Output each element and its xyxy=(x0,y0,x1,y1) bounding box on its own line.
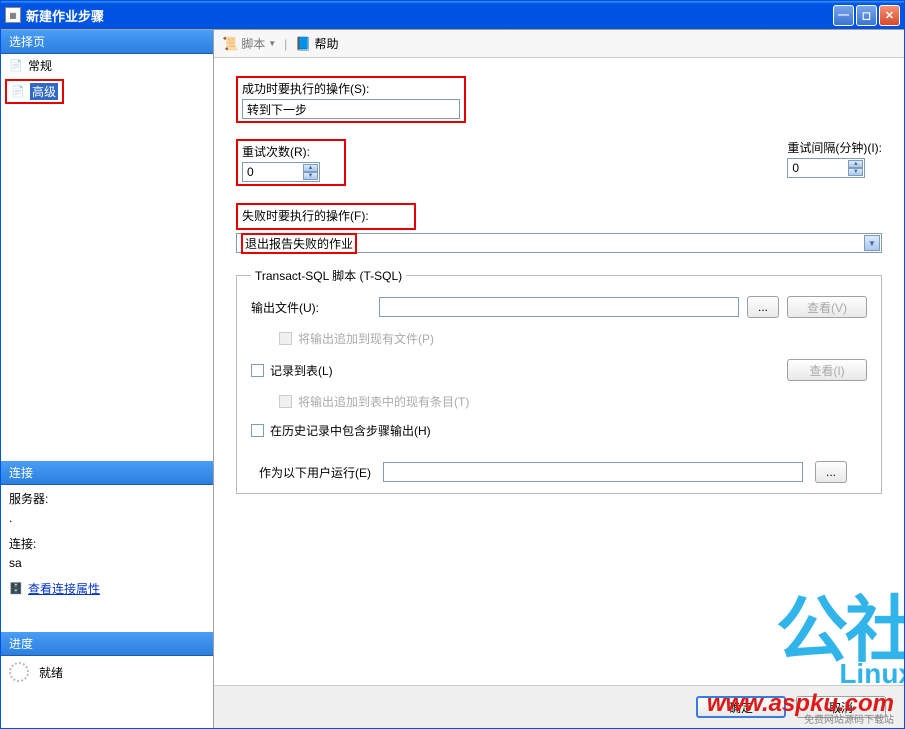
spin-up-icon[interactable]: ▲ xyxy=(303,164,318,172)
window-title: 新建作业步骤 xyxy=(26,6,833,25)
view-i-button: 查看(I) xyxy=(787,359,867,381)
server-label: 服务器: xyxy=(9,490,205,507)
spin-down-icon[interactable]: ▼ xyxy=(303,172,318,180)
highlight-box: 失败时要执行的操作(F): xyxy=(236,203,416,230)
retry-interval-label: 重试间隔(分钟)(I): xyxy=(787,139,882,156)
tsql-fieldset: Transact-SQL 脚本 (T-SQL) 输出文件(U): ... 查看(… xyxy=(236,267,882,494)
combo-value: 退出报告失败的作业 xyxy=(245,237,353,251)
tsql-legend: Transact-SQL 脚本 (T-SQL) xyxy=(251,267,406,284)
history-checkbox[interactable] xyxy=(251,424,264,437)
watermark-tag: 免费网站源码下载站 xyxy=(804,711,894,726)
progress-status: 就绪 xyxy=(39,664,63,681)
spinner-value: 0 xyxy=(792,161,799,175)
highlight-box: 📄 高级 xyxy=(5,79,64,104)
connection-label: 连接: xyxy=(9,535,205,552)
sidebar-item-label: 高级 xyxy=(30,83,58,100)
sidebar-item-advanced[interactable]: 📄 高级 xyxy=(9,82,60,101)
progress-spinner-icon xyxy=(9,662,29,682)
toolbar-label: 脚本 xyxy=(241,35,265,52)
help-icon: 📘 xyxy=(295,36,311,52)
retry-count-label: 重试次数(R): xyxy=(242,143,340,160)
browse-button[interactable]: ... xyxy=(747,296,779,318)
retry-interval-input[interactable]: 0 ▲ ▼ xyxy=(787,158,865,178)
sidebar-header-progress: 进度 xyxy=(1,632,213,656)
history-label: 在历史记录中包含步骤输出(H) xyxy=(270,422,431,439)
fail-action-label: 失败时要执行的操作(F): xyxy=(242,207,410,224)
sidebar-item-general[interactable]: 📄 常规 xyxy=(1,54,213,77)
success-action-label: 成功时要执行的操作(S): xyxy=(242,80,460,97)
dialog-body: 选择页 📄 常规 📄 高级 连接 服务器: . 连接: sa xyxy=(1,29,904,728)
chevron-down-icon[interactable]: ▼ xyxy=(864,107,880,123)
combo-value: 转到下一步 xyxy=(247,101,307,118)
highlight-box: 成功时要执行的操作(S): 转到下一步 xyxy=(236,76,466,123)
watermark: 公社 Linux xyxy=(776,571,904,685)
view-connection-link[interactable]: 查看连接属性 xyxy=(28,580,100,597)
sidebar-header-select: 选择页 xyxy=(1,30,213,54)
success-action-preview: 转到下一步 xyxy=(242,99,460,119)
minimize-button[interactable]: — xyxy=(833,5,854,26)
bottom-bar: 确定 取消 www.aspku.com 免费网站源码下载站 xyxy=(214,685,904,728)
chevron-down-icon[interactable]: ▼ xyxy=(864,235,880,251)
watermark-sub: Linux xyxy=(776,658,904,685)
run-as-input[interactable] xyxy=(383,462,803,482)
help-button[interactable]: 📘 帮助 xyxy=(295,35,338,52)
append-table-checkbox xyxy=(279,395,292,408)
page-icon: 📄 xyxy=(11,85,25,99)
run-as-browse-button[interactable]: ... xyxy=(815,461,847,483)
sidebar-header-connection: 连接 xyxy=(1,461,213,485)
page-icon: 📄 xyxy=(9,59,23,73)
retry-count-input[interactable]: 0 ▲ ▼ xyxy=(242,162,320,182)
window-buttons: — ◻ ✕ xyxy=(833,5,900,26)
connection-value: sa xyxy=(9,556,205,570)
spin-up-icon[interactable]: ▲ xyxy=(848,160,863,168)
output-file-input[interactable] xyxy=(379,297,739,317)
watermark-text: 公社 xyxy=(776,571,904,676)
content-area: 成功时要执行的操作(S): 转到下一步 ▼ 重试次数(R): xyxy=(214,58,904,685)
progress-row: 就绪 xyxy=(1,656,213,688)
highlight-box: 退出报告失败的作业 xyxy=(241,233,357,254)
close-button[interactable]: ✕ xyxy=(879,5,900,26)
append-table-label: 将输出追加到表中的现有条目(T) xyxy=(298,393,469,410)
toolbar-separator: | xyxy=(284,37,287,51)
server-value: . xyxy=(9,511,205,525)
app-icon: ▦ xyxy=(5,7,21,23)
properties-icon: 🗄️ xyxy=(9,582,23,596)
sidebar: 选择页 📄 常规 📄 高级 连接 服务器: . 连接: sa xyxy=(1,30,214,728)
main-panel: 📜 脚本 ▼ | 📘 帮助 成功时要执行的操作(S): 转到下一步 xyxy=(214,30,904,728)
toolbar-label: 帮助 xyxy=(314,35,338,52)
titlebar: ▦ 新建作业步骤 — ◻ ✕ xyxy=(1,1,904,29)
script-icon: 📜 xyxy=(222,36,238,52)
log-table-label: 记录到表(L) xyxy=(270,362,333,379)
connection-block: 服务器: . 连接: sa 🗄️ 查看连接属性 xyxy=(1,485,213,602)
script-button[interactable]: 📜 脚本 ▼ xyxy=(222,35,276,52)
maximize-button[interactable]: ◻ xyxy=(856,5,877,26)
run-as-label: 作为以下用户运行(E) xyxy=(259,464,371,481)
spinner-value: 0 xyxy=(247,165,254,179)
log-table-checkbox[interactable] xyxy=(251,364,264,377)
fail-action-combo[interactable]: 退出报告失败的作业 ▼ xyxy=(236,233,882,253)
view-v-button: 查看(V) xyxy=(787,296,867,318)
sidebar-item-label: 常规 xyxy=(28,57,52,74)
highlight-box: 重试次数(R): 0 ▲ ▼ xyxy=(236,139,346,186)
dialog-window: ▦ 新建作业步骤 — ◻ ✕ 选择页 📄 常规 📄 高级 xyxy=(0,0,905,729)
output-file-label: 输出文件(U): xyxy=(251,299,371,316)
append-file-checkbox xyxy=(279,332,292,345)
toolbar: 📜 脚本 ▼ | 📘 帮助 xyxy=(214,30,904,58)
spin-down-icon[interactable]: ▼ xyxy=(848,168,863,176)
dropdown-arrow-icon: ▼ xyxy=(268,39,276,48)
append-file-label: 将输出追加到现有文件(P) xyxy=(298,330,434,347)
